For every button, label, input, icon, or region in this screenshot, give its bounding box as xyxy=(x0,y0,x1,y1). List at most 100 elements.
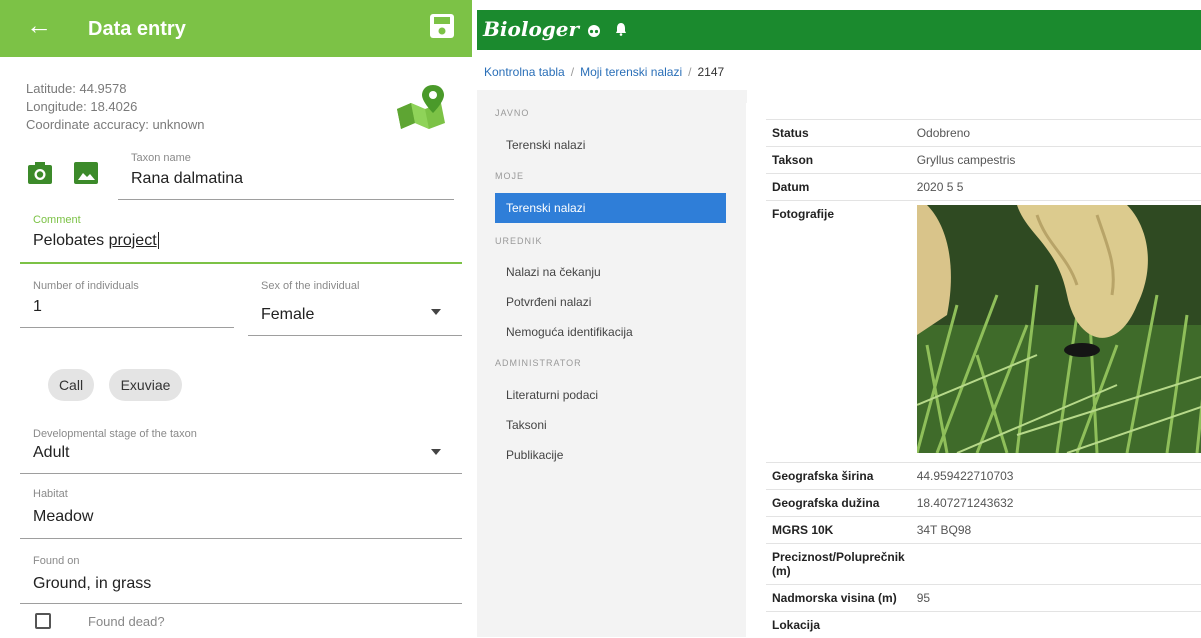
found-on-value: Ground, in grass xyxy=(33,575,151,593)
accuracy-text: Coordinate accuracy: unknown xyxy=(26,116,205,134)
longitude-text: Longitude: 18.4026 xyxy=(26,98,205,116)
found-dead-checkbox[interactable] xyxy=(35,613,51,629)
taxon-name-value: Rana dalmatina xyxy=(131,170,243,188)
text-cursor xyxy=(158,232,159,249)
sex-value: Female xyxy=(261,306,359,324)
table-row: Lokacija xyxy=(766,612,1201,638)
chip-call[interactable]: Call xyxy=(48,369,94,401)
row-value: 34T BQ98 xyxy=(911,517,1201,544)
table-row: Fotografije xyxy=(766,201,1201,463)
sex-label: Sex of the individual xyxy=(261,280,359,292)
row-value: 44.959422710703 xyxy=(911,463,1201,490)
stage-value: Adult xyxy=(33,444,197,462)
comment-label: Comment xyxy=(33,214,159,226)
individuals-value: 1 xyxy=(33,298,139,316)
individuals-field[interactable]: Number of individuals 1 xyxy=(33,280,139,316)
contributors-icon[interactable] xyxy=(587,24,601,38)
row-value xyxy=(911,612,1201,638)
app-logo[interactable]: Biologer xyxy=(483,17,579,41)
camera-icon[interactable] xyxy=(27,161,53,185)
row-value xyxy=(911,544,1201,585)
table-row: MGRS 10K34T BQ98 xyxy=(766,517,1201,544)
breadcrumb-current: 2147 xyxy=(697,65,724,79)
sidebar-section-public: JAVNO xyxy=(495,108,529,118)
table-row: Geografska širina44.959422710703 xyxy=(766,463,1201,490)
comment-value: Pelobates project xyxy=(33,232,159,250)
sidebar-section-admin: ADMINISTRATOR xyxy=(495,358,582,368)
sidebar: JAVNO Terenski nalazi MOJE Terenski nala… xyxy=(477,90,747,637)
sidebar-item-taxa[interactable]: Taksoni xyxy=(506,418,547,432)
sidebar-item-unidentifiable[interactable]: Nemoguća identifikacija xyxy=(506,325,633,339)
row-value: Odobreno xyxy=(911,120,1201,147)
found-on-label: Found on xyxy=(33,555,151,567)
breadcrumb-separator: / xyxy=(688,65,691,79)
table-row: Nadmorska visina (m)95 xyxy=(766,585,1201,612)
row-key: Geografska širina xyxy=(766,463,911,490)
save-icon[interactable] xyxy=(429,13,455,39)
chevron-down-icon[interactable] xyxy=(431,309,441,315)
back-arrow-icon[interactable]: ← xyxy=(26,12,52,38)
row-key: Nadmorska visina (m) xyxy=(766,585,911,612)
chevron-down-icon[interactable] xyxy=(431,449,441,455)
table-row: TaksonGryllus campestris xyxy=(766,147,1201,174)
found-dead-label: Found dead? xyxy=(88,614,165,629)
found-on-field[interactable]: Found on Ground, in grass xyxy=(33,555,151,593)
row-value: Gryllus campestris xyxy=(911,147,1201,174)
app-bar: ← Data entry xyxy=(0,0,472,57)
row-key: MGRS 10K xyxy=(766,517,911,544)
taxon-name-label: Taxon name xyxy=(131,152,243,164)
found-on-underline xyxy=(20,603,462,604)
comment-text-part: Pelobates xyxy=(33,232,109,249)
map-location-icon[interactable] xyxy=(395,83,447,129)
row-key: Lokacija xyxy=(766,612,911,638)
sidebar-item-public-findings[interactable]: Terenski nalazi xyxy=(506,138,585,152)
latitude-text: Latitude: 44.9578 xyxy=(26,80,205,98)
photo-cell xyxy=(911,201,1201,463)
top-navbar: Biologer xyxy=(477,10,1201,50)
table-row: Geografska dužina18.407271243632 xyxy=(766,490,1201,517)
row-key: Takson xyxy=(766,147,911,174)
comment-field[interactable]: Comment Pelobates project xyxy=(33,214,159,250)
stage-underline xyxy=(20,473,462,474)
sidebar-item-my-findings[interactable]: Terenski nalazi xyxy=(495,193,726,223)
taxon-name-field[interactable]: Taxon name Rana dalmatina xyxy=(131,152,243,188)
gallery-icon[interactable] xyxy=(73,161,99,185)
table-row: Datum2020 5 5 xyxy=(766,174,1201,201)
sidebar-section-editor: UREDNIK xyxy=(495,236,543,246)
habitat-label: Habitat xyxy=(33,488,93,500)
sex-underline xyxy=(248,335,462,336)
finding-detail-card: StatusOdobreno TaksonGryllus campestris … xyxy=(746,103,1201,637)
breadcrumb-my-findings[interactable]: Moji terenski nalazi xyxy=(580,65,682,79)
row-value: 18.407271243632 xyxy=(911,490,1201,517)
individuals-label: Number of individuals xyxy=(33,280,139,292)
row-key: Fotografije xyxy=(766,201,911,463)
row-key: Datum xyxy=(766,174,911,201)
row-value: 95 xyxy=(911,585,1201,612)
habitat-underline xyxy=(20,538,462,539)
breadcrumb-separator: / xyxy=(571,65,574,79)
stage-label: Developmental stage of the taxon xyxy=(33,428,197,440)
data-entry-screen: ← Data entry Latitude: 44.9578 Longitude… xyxy=(0,0,472,637)
taxon-underline xyxy=(118,199,454,200)
sex-select[interactable]: Sex of the individual Female xyxy=(261,280,359,324)
breadcrumb: Kontrolna tabla / Moji terenski nalazi / 214… xyxy=(484,65,724,79)
habitat-field[interactable]: Habitat Meadow xyxy=(33,488,93,526)
bell-icon[interactable] xyxy=(615,22,627,36)
habitat-value: Meadow xyxy=(33,508,93,526)
chip-exuviae[interactable]: Exuviae xyxy=(109,369,182,401)
row-key: Status xyxy=(766,120,911,147)
sidebar-item-publications[interactable]: Publikacije xyxy=(506,448,563,462)
comment-text-underlined: project xyxy=(109,232,157,249)
web-app-screen: Biologer Kontrolna tabla / Moji terenski n… xyxy=(477,0,1201,637)
specimen-photo[interactable] xyxy=(917,205,1201,453)
row-key: Preciznost/Poluprečnik (m) xyxy=(766,544,911,585)
row-value: 2020 5 5 xyxy=(911,174,1201,201)
sidebar-section-mine: MOJE xyxy=(495,171,524,181)
sidebar-item-pending[interactable]: Nalazi na čekanju xyxy=(506,265,601,279)
sidebar-item-confirmed[interactable]: Potvrđeni nalazi xyxy=(506,295,591,309)
breadcrumb-home[interactable]: Kontrolna tabla xyxy=(484,65,565,79)
individuals-underline xyxy=(20,327,234,328)
sidebar-item-literature[interactable]: Literaturni podaci xyxy=(506,388,598,402)
stage-select[interactable]: Developmental stage of the taxon Adult xyxy=(33,428,197,462)
table-row: StatusOdobreno xyxy=(766,120,1201,147)
